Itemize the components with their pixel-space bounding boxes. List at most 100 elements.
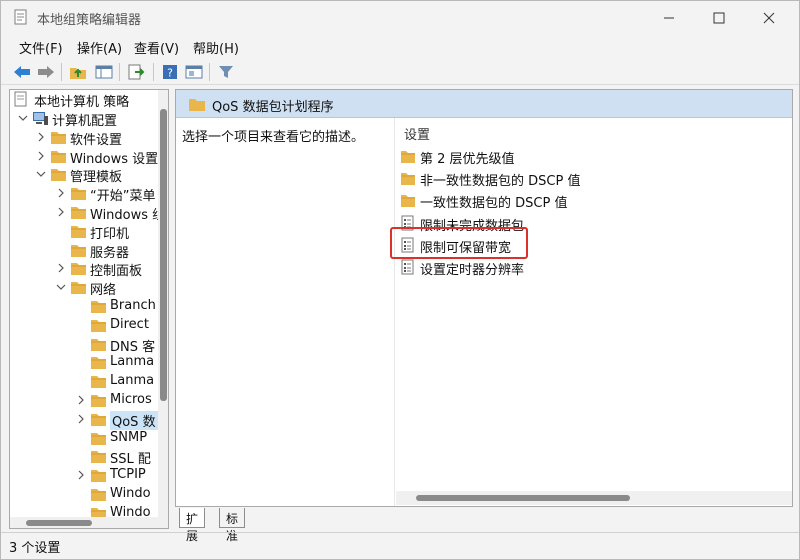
settings-row-label: 非一致性数据包的 DSCP 值 [420, 174, 581, 190]
menu-view[interactable]: 查看(V) [134, 38, 179, 57]
chevron-down-icon[interactable] [56, 281, 66, 293]
folder-icon [90, 486, 107, 502]
tree-item-label: Direct [110, 316, 149, 332]
tree-vertical-scroll-thumb[interactable] [160, 109, 167, 401]
tree-item-label: Windo [110, 486, 151, 501]
tree-item-label: QoS 数 [110, 410, 158, 430]
details-horizontal-scrollbar[interactable] [396, 491, 792, 505]
view-button[interactable] [183, 61, 205, 83]
details-header: QoS 数据包计划程序 [176, 90, 792, 118]
status-text: 3 个设置 [9, 541, 61, 556]
window: 本地组策略编辑器 文件(F) 操作(A) 查看(V) 帮助(H) ? 本地计算机… [0, 0, 800, 560]
chevron-right-icon[interactable] [76, 394, 86, 406]
details-header-title: QoS 数据包计划程序 [212, 100, 334, 115]
folder-icon [90, 467, 107, 483]
forward-icon [38, 66, 54, 78]
toolbar-separator [61, 63, 62, 81]
show-hide-tree-button[interactable] [93, 61, 115, 83]
folder-icon [90, 354, 107, 370]
svg-text:?: ? [167, 67, 173, 80]
computer-icon [32, 110, 49, 126]
folder-icon [90, 448, 107, 464]
pane-divider [394, 118, 395, 506]
tree-item-label: Lanma [110, 354, 155, 370]
details-horizontal-scroll-thumb[interactable] [416, 495, 630, 501]
tab-extended[interactable]: 扩展 [179, 508, 206, 543]
help-icon: ? [163, 65, 177, 80]
maximize-icon [713, 12, 725, 23]
description-text: 选择一个项目来查看它的描述。 [182, 130, 365, 145]
back-button[interactable] [11, 61, 33, 83]
tree-vertical-scrollbar[interactable] [158, 90, 168, 528]
tree-item-label: “开始”菜单 [90, 189, 156, 205]
folder-icon [50, 148, 67, 164]
help-button[interactable]: ? [159, 61, 181, 83]
tree-item-label: Windows 设置 [70, 151, 159, 167]
tree-item-label: 服务器 [90, 245, 130, 261]
tree-horizontal-scroll-thumb[interactable] [26, 520, 92, 526]
tree-item-label: 打印机 [90, 226, 130, 242]
filter-icon [219, 66, 233, 78]
policy-editor-icon [13, 9, 29, 25]
settings-row-label: 设置定时器分辨率 [420, 263, 525, 278]
folder-icon [90, 392, 107, 408]
chevron-right-icon[interactable] [36, 150, 46, 162]
up-folder-icon [70, 68, 86, 79]
tree-item-label: SNMP [110, 429, 148, 445]
chevron-right-icon[interactable] [36, 131, 46, 143]
folder-icon [70, 185, 87, 201]
toolbar-separator [153, 63, 154, 81]
chevron-down-icon[interactable] [36, 168, 46, 180]
chevron-right-icon[interactable] [56, 262, 66, 274]
close-button[interactable] [746, 1, 792, 34]
tree-item-label: 计算机配置 [52, 114, 118, 129]
folder-icon [90, 430, 107, 446]
tree-item-label: TCPIP [110, 467, 146, 483]
close-icon [763, 12, 775, 23]
export-list-button[interactable] [125, 61, 147, 83]
menu-help[interactable]: 帮助(H) [193, 38, 239, 57]
title-bar: 本地组策略编辑器 [1, 1, 799, 34]
column-header-settings[interactable]: 设置 [404, 124, 430, 143]
chevron-right-icon[interactable] [56, 206, 66, 218]
tree-item-label: 控制面板 [90, 264, 143, 280]
up-folder-button[interactable] [67, 61, 89, 83]
folder-icon [70, 279, 87, 295]
folder-icon [90, 336, 107, 352]
tree-item-label: 管理模板 [70, 170, 123, 186]
folder-icon [70, 204, 87, 220]
menu-file[interactable]: 文件(F) [19, 38, 63, 57]
tab-standard[interactable]: 标准 [219, 508, 246, 543]
tree-item-label: SSL 配 [110, 452, 151, 468]
highlight-box [390, 227, 528, 259]
menu-action[interactable]: 操作(A) [77, 38, 122, 57]
folder-icon [90, 317, 107, 333]
chevron-down-icon[interactable] [18, 112, 28, 124]
show-hide-tree-icon [95, 65, 113, 79]
folder-icon [50, 129, 67, 145]
filter-button[interactable] [215, 61, 237, 83]
setting-icon [400, 259, 416, 275]
folder-icon [188, 96, 206, 112]
menu-bar: 文件(F) 操作(A) 查看(V) 帮助(H) [1, 34, 799, 58]
folder-icon [90, 373, 107, 389]
forward-button[interactable] [35, 61, 57, 83]
tree-item-label: Lanma [110, 373, 155, 389]
tree-item-label: DNS 客 [110, 339, 156, 355]
minimize-button[interactable] [646, 1, 692, 34]
folder-icon [50, 166, 67, 182]
tree-horizontal-scrollbar[interactable] [10, 517, 158, 528]
details-pane: QoS 数据包计划程序 选择一个项目来查看它的描述。 设置 第 2 层优先级值非… [175, 89, 793, 507]
chevron-right-icon[interactable] [76, 413, 86, 425]
folder-icon [90, 298, 107, 314]
view-icon [185, 65, 203, 79]
maximize-button[interactable] [696, 1, 742, 34]
tree-item-label: Micros [110, 392, 152, 407]
folder-icon [400, 192, 416, 208]
chevron-right-icon[interactable] [76, 469, 86, 481]
status-bar: 3 个设置 [1, 532, 799, 559]
chevron-right-icon[interactable] [56, 187, 66, 199]
toolbar-separator [209, 63, 210, 81]
folder-icon [90, 411, 107, 427]
folder-icon [400, 170, 416, 186]
